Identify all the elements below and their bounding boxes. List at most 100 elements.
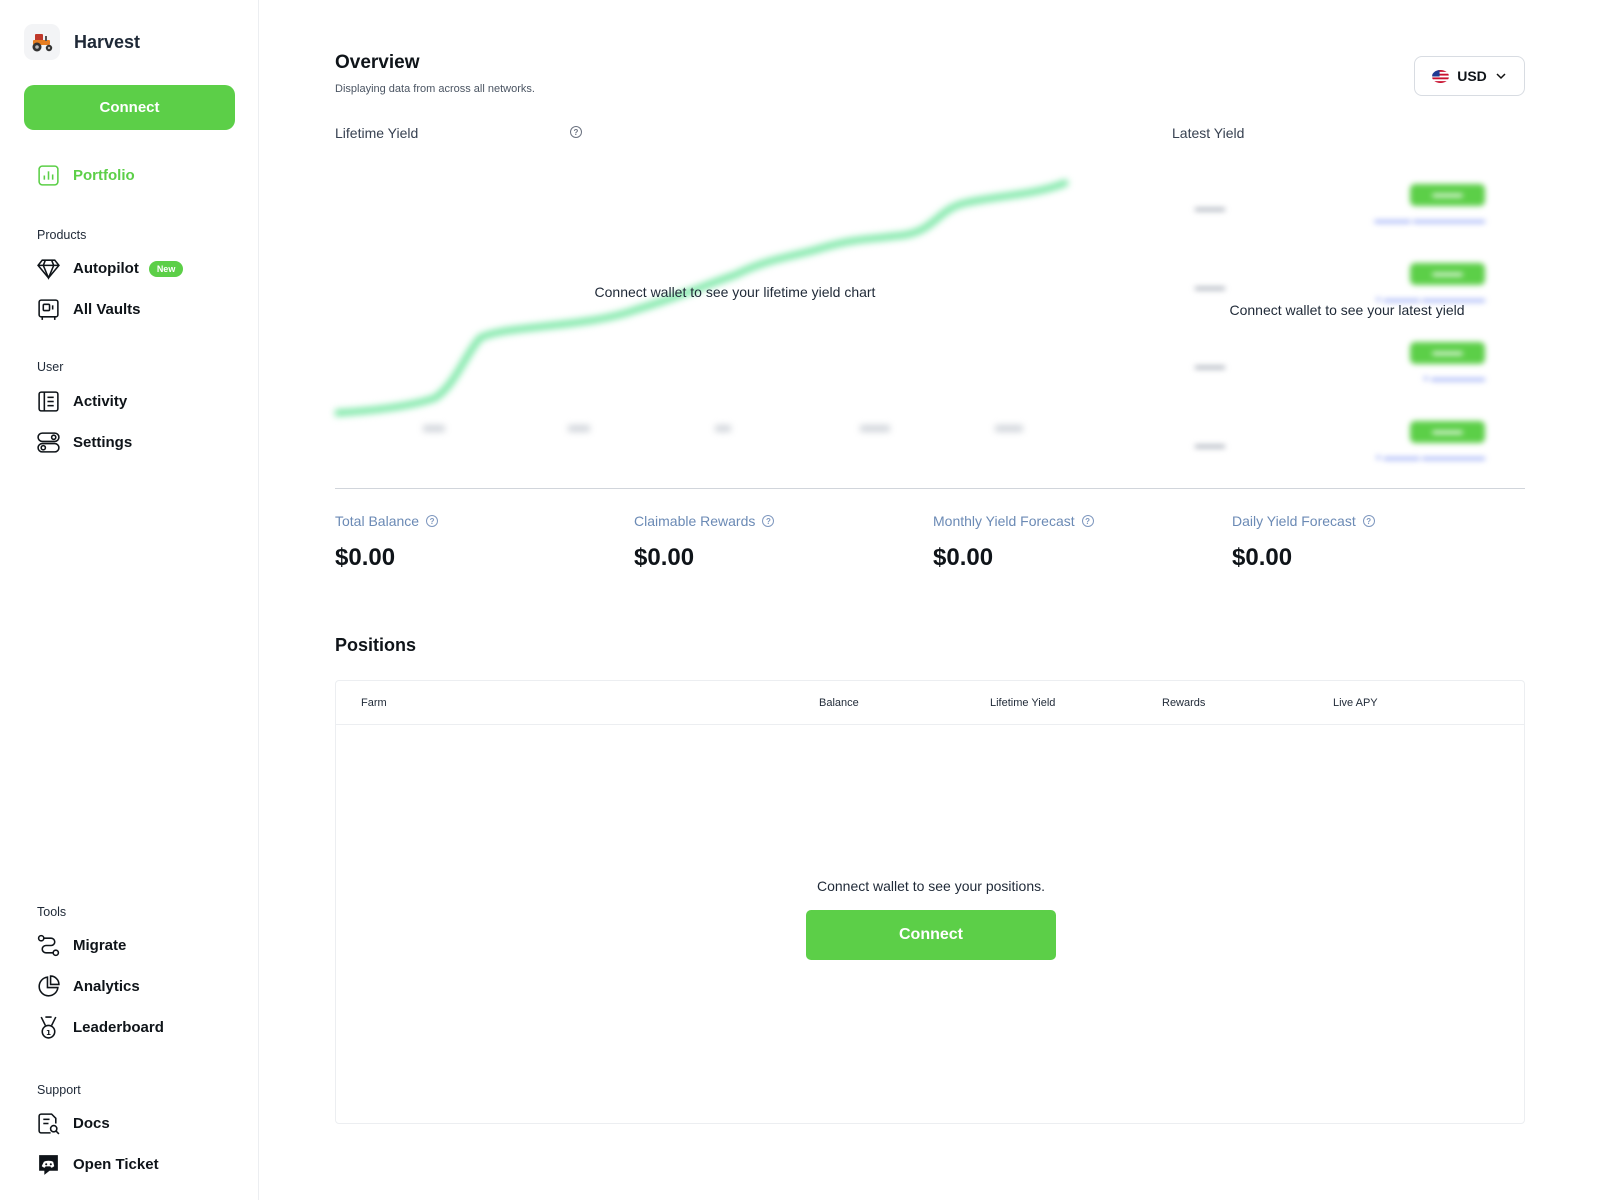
stat-label: Total Balance?: [335, 513, 625, 529]
help-icon[interactable]: ?: [762, 515, 775, 527]
positions-table: Farm Balance Lifetime Yield Rewards Live…: [335, 680, 1525, 1124]
sidebar-item-label: Migrate: [73, 937, 127, 954]
stat-label: Claimable Rewards?: [634, 513, 924, 529]
brand-name: Harvest: [74, 31, 141, 52]
stat-monthly-yield-forecast: Monthly Yield Forecast? $0.00: [933, 513, 1223, 572]
placeholder-time: ▬▬▬: [1195, 361, 1225, 372]
sidebar-item-analytics[interactable]: Analytics: [36, 974, 140, 999]
placeholder-time: ▬▬▬: [1195, 440, 1225, 451]
help-icon[interactable]: ?: [1362, 515, 1375, 527]
sidebar-item-settings[interactable]: Settings: [36, 430, 132, 455]
sidebar-item-docs[interactable]: Docs: [36, 1111, 110, 1136]
stat-claimable-rewards: Claimable Rewards? $0.00: [634, 513, 924, 572]
positions-title: Positions: [335, 635, 417, 655]
sidebar-item-autopilot[interactable]: Autopilot New: [36, 256, 184, 281]
settings-toggle-icon: [37, 432, 60, 453]
latest-yield-label: Latest Yield: [1172, 125, 1245, 141]
help-icon[interactable]: ?: [570, 126, 582, 138]
pie-chart-icon: [38, 975, 60, 997]
sidebar-item-label: Docs: [73, 1115, 110, 1132]
list-item: ▬▬▬ ▬▬▬ ▬▬▬▬ ▬▬▬▬▬▬▬▬: [1185, 178, 1485, 238]
lifetime-yield-empty-message: Connect wallet to see your lifetime yiel…: [594, 284, 876, 300]
stat-label-text: Monthly Yield Forecast: [933, 513, 1075, 529]
svg-text:1: 1: [46, 1028, 51, 1037]
column-header-balance[interactable]: Balance: [819, 697, 859, 709]
placeholder-desc: ▬▬▬▬ ▬▬▬▬▬▬▬▬: [1374, 215, 1485, 225]
sidebar: Harvest Connect Portfolio Products Autop…: [0, 0, 259, 1200]
migrate-route-icon: [37, 934, 60, 957]
sidebar-item-all-vaults[interactable]: All Vaults: [36, 297, 141, 322]
list-item: ▬▬▬ ▬▬▬ ● ▬▬▬▬▬▬: [1185, 336, 1485, 396]
section-label-products: Products: [37, 228, 87, 242]
placeholder-time: ▬▬▬: [1195, 203, 1225, 214]
sidebar-item-label: Portfolio: [73, 167, 135, 184]
tractor-logo-icon: [24, 24, 60, 60]
stat-value: $0.00: [933, 544, 994, 571]
positions-empty-message: Connect wallet to see your positions.: [816, 878, 1045, 894]
help-icon[interactable]: ?: [426, 515, 439, 527]
lifetime-yield-label: Lifetime Yield: [335, 125, 419, 141]
stat-label: Monthly Yield Forecast?: [933, 513, 1223, 529]
sidebar-item-leaderboard[interactable]: 1 Leaderboard: [36, 1015, 164, 1040]
placeholder-desc: ● ▬▬▬▬▬▬: [1423, 373, 1485, 383]
docs-search-icon: [38, 1113, 60, 1135]
list-item: ▬▬▬ ▬▬▬ ● ▬▬▬▬ ▬▬▬▬▬▬▬: [1185, 415, 1485, 475]
sidebar-item-label: Settings: [73, 434, 133, 451]
placeholder-time: ▬▬▬: [1195, 282, 1225, 293]
discord-icon: [39, 1155, 58, 1175]
positions-connect-button[interactable]: Connect: [806, 910, 1056, 960]
page-title: Overview: [335, 52, 420, 73]
placeholder-pill: ▬▬▬: [1410, 263, 1485, 285]
help-icon[interactable]: ?: [1081, 515, 1094, 527]
sidebar-item-label: Activity: [73, 393, 128, 410]
stat-value: $0.00: [335, 544, 396, 571]
column-header-lifetime-yield[interactable]: Lifetime Yield: [990, 697, 1055, 709]
sidebar-item-open-ticket[interactable]: Open Ticket: [36, 1152, 159, 1177]
lifetime-yield-chart: Connect wallet to see your lifetime yiel…: [335, 160, 1095, 450]
column-header-rewards[interactable]: Rewards: [1162, 697, 1205, 709]
currency-value: USD: [1457, 68, 1487, 84]
brand[interactable]: Harvest: [24, 24, 140, 60]
diamond-icon: [37, 259, 60, 280]
column-header-farm[interactable]: Farm: [361, 697, 387, 709]
sidebar-item-portfolio[interactable]: Portfolio: [36, 163, 135, 188]
stat-value: $0.00: [634, 544, 695, 571]
vault-icon: [38, 299, 59, 320]
currency-select[interactable]: USD: [1414, 56, 1525, 96]
sidebar-connect-button[interactable]: Connect: [24, 85, 235, 130]
sidebar-item-migrate[interactable]: Migrate: [36, 933, 126, 958]
medal-icon: 1: [40, 1016, 57, 1039]
sidebar-item-label: Open Ticket: [73, 1156, 159, 1173]
placeholder-pill: ▬▬▬: [1410, 342, 1485, 364]
sidebar-item-label: Analytics: [73, 978, 140, 995]
sidebar-item-activity[interactable]: Activity: [36, 389, 127, 414]
divider: [335, 488, 1525, 489]
section-label-support: Support: [37, 1083, 81, 1097]
blurred-yield-chart: [335, 179, 1069, 432]
page-subtitle: Displaying data from across all networks…: [335, 83, 535, 95]
latest-yield-list: ▬▬▬ ▬▬▬ ▬▬▬▬ ▬▬▬▬▬▬▬▬ ▬▬▬ ▬▬▬ ● ▬▬▬▬ ▬▬▬…: [1185, 170, 1505, 470]
portfolio-chart-icon: [38, 165, 59, 186]
placeholder-pill: ▬▬▬: [1410, 421, 1485, 443]
stat-total-balance: Total Balance? $0.00: [335, 513, 625, 572]
table-header: Farm Balance Lifetime Yield Rewards Live…: [336, 681, 1524, 725]
main-content: Overview Displaying data from across all…: [335, 0, 1525, 1200]
sidebar-item-label: All Vaults: [73, 301, 141, 318]
sidebar-item-label: Leaderboard: [73, 1019, 164, 1036]
stat-value: $0.00: [1232, 544, 1293, 571]
chevron-down-icon: [1496, 73, 1506, 80]
section-label-user: User: [37, 360, 64, 374]
stat-label: Daily Yield Forecast?: [1232, 513, 1522, 529]
placeholder-pill: ▬▬▬: [1410, 184, 1485, 206]
stat-daily-yield-forecast: Daily Yield Forecast? $0.00: [1232, 513, 1522, 572]
stat-label-text: Daily Yield Forecast: [1232, 513, 1356, 529]
section-label-tools: Tools: [37, 905, 67, 919]
x-axis-ticks: [423, 425, 1023, 432]
stat-label-text: Claimable Rewards: [634, 513, 756, 529]
new-badge: New: [148, 260, 184, 277]
column-header-live-apy[interactable]: Live APY: [1333, 697, 1378, 709]
latest-yield-empty-message: Connect wallet to see your latest yield: [1229, 302, 1465, 318]
us-flag-icon: [1432, 69, 1450, 83]
activity-list-icon: [38, 391, 59, 412]
stat-label-text: Total Balance: [335, 513, 420, 529]
